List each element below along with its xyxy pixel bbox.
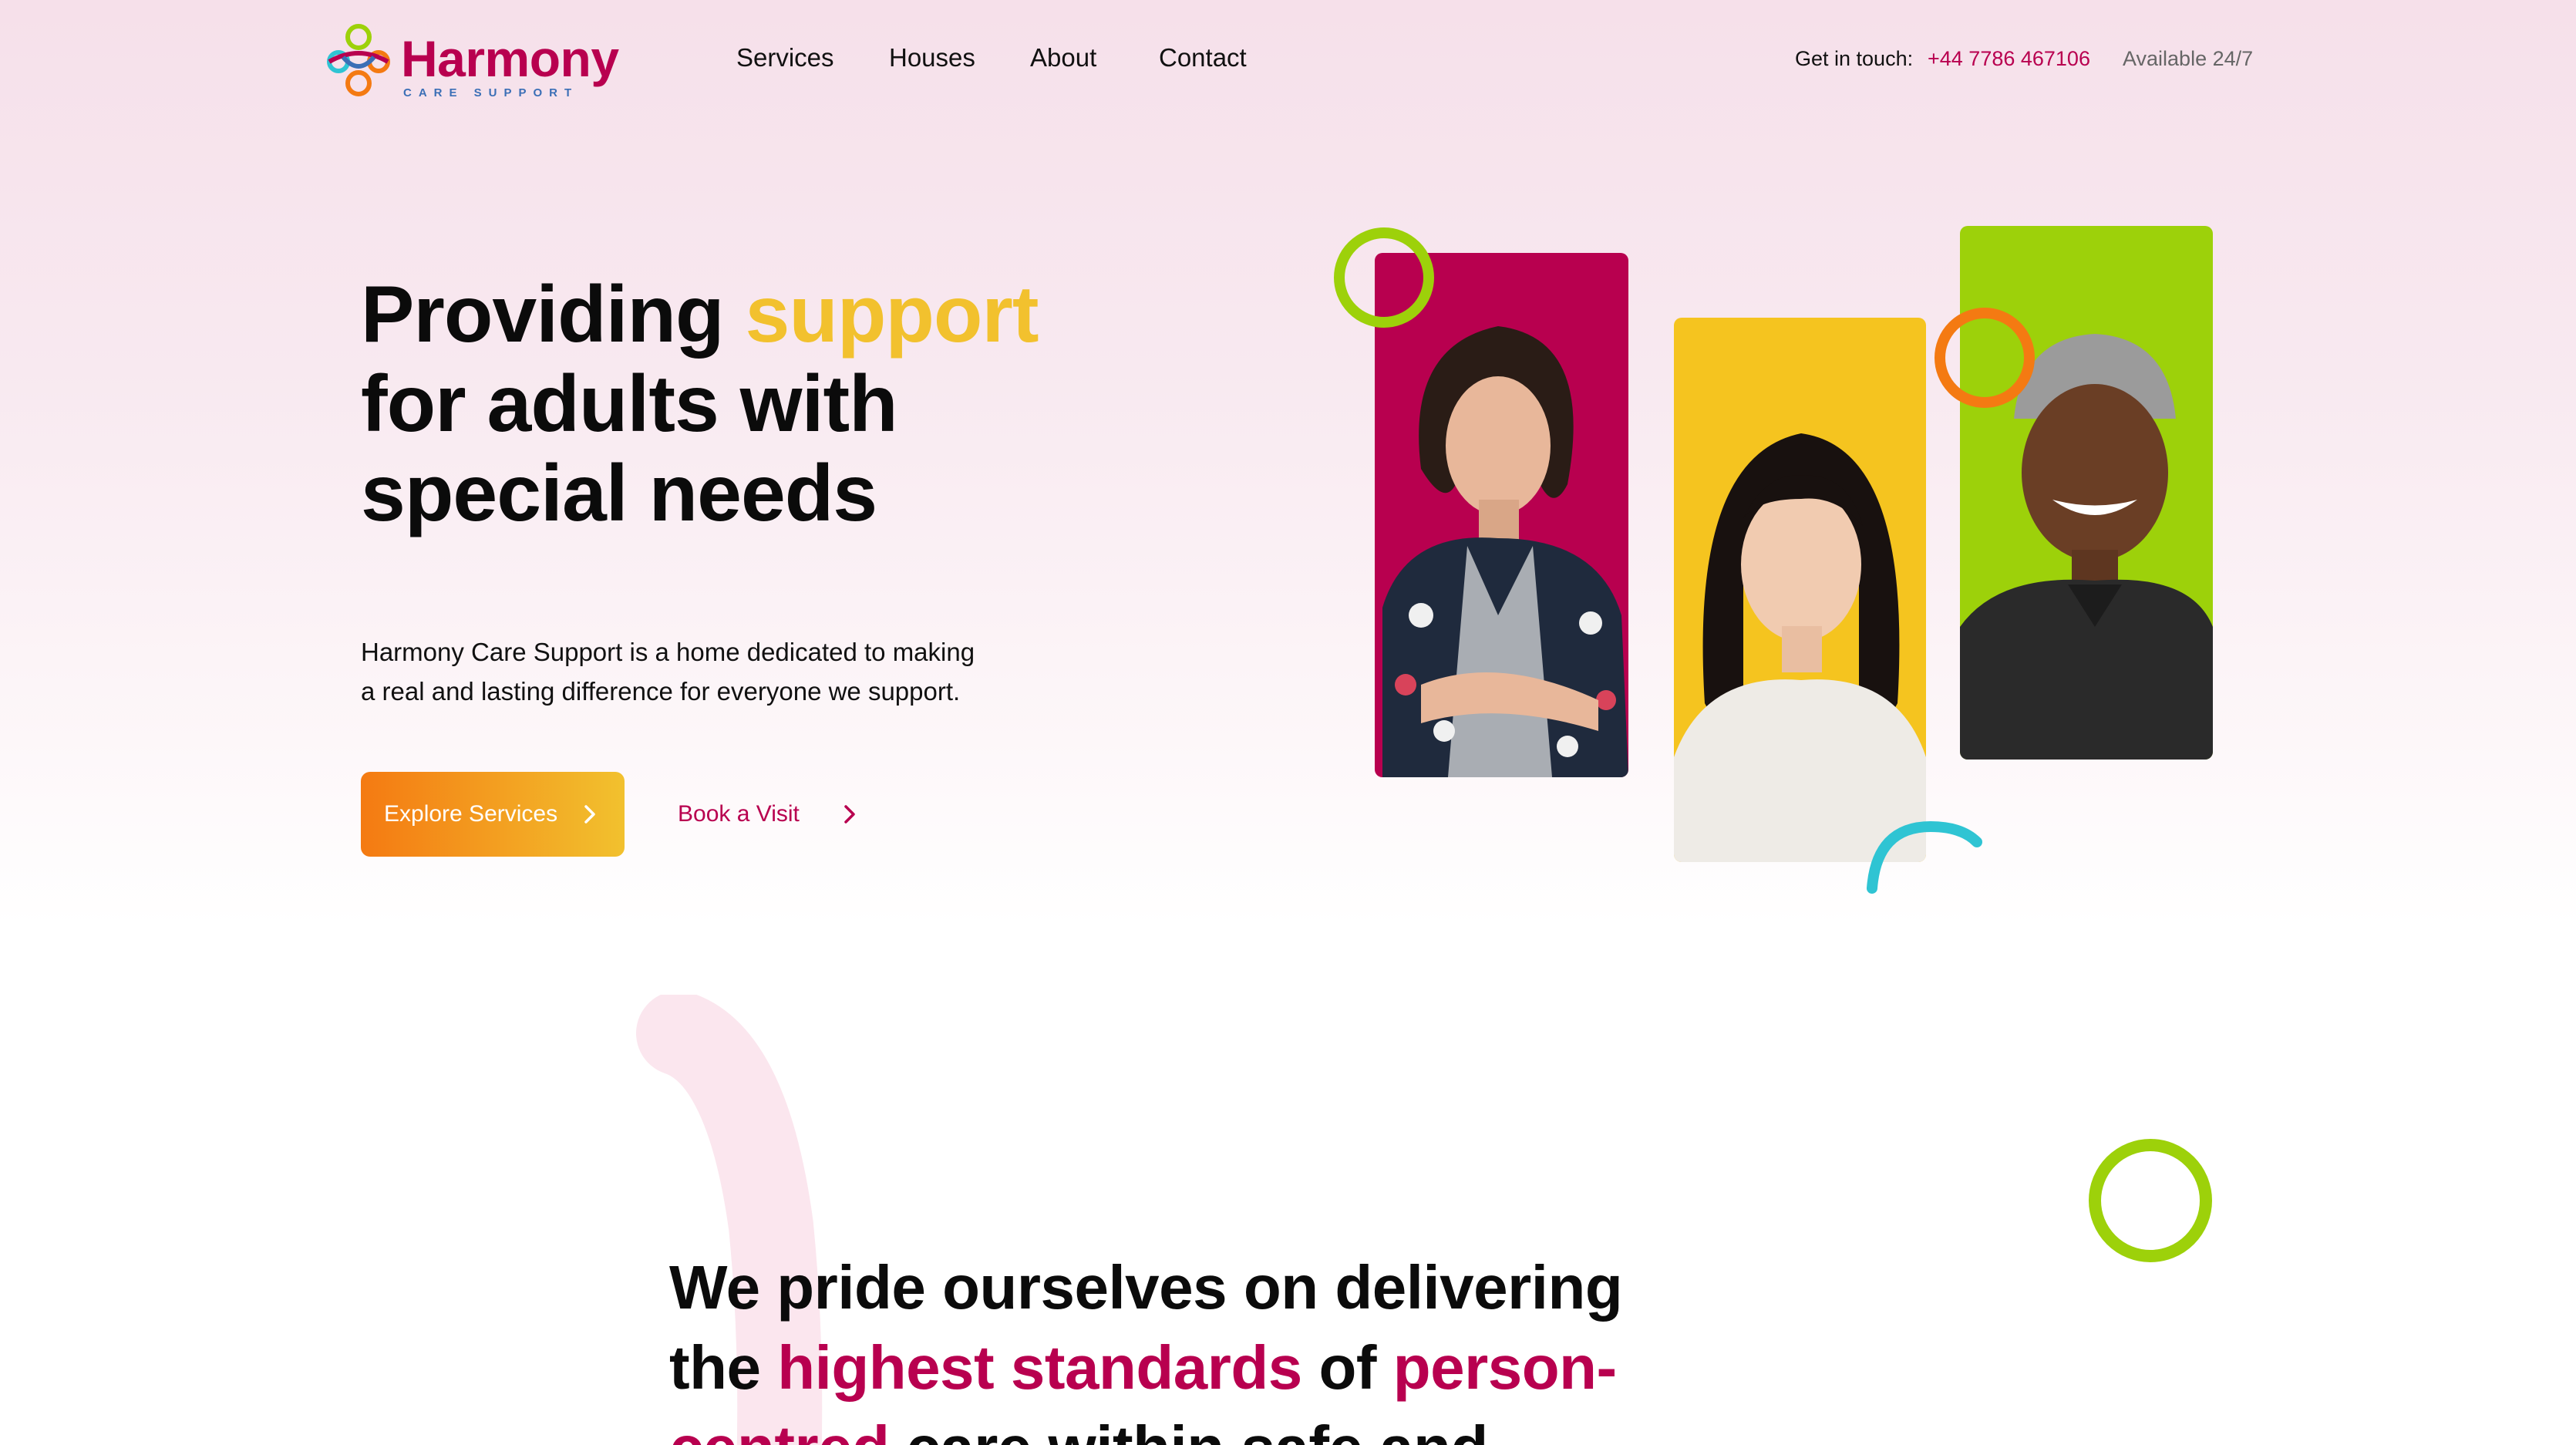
nav-item-about[interactable]: About	[1030, 43, 1096, 72]
green-ring-decoration	[1334, 227, 1434, 328]
intro-heading: We pride ourselves on delivering the hig…	[669, 1248, 1672, 1445]
explore-services-label: Explore Services	[384, 801, 558, 827]
book-visit-button[interactable]: Book a Visit	[678, 772, 863, 857]
hero-title-accent: support	[745, 270, 1039, 359]
hero-title-part1: Providing	[361, 270, 746, 359]
hero-description: Harmony Care Support is a home dedicated…	[361, 638, 975, 706]
brand-name: Harmony	[401, 30, 619, 87]
green-ring-decoration-lower	[2089, 1139, 2212, 1262]
nav-item-contact[interactable]: Contact	[1159, 43, 1247, 72]
intro-part3: care within safe and	[889, 1413, 1488, 1445]
photo-woman-floral	[1375, 253, 1628, 777]
harmony-logo-icon	[327, 24, 390, 96]
site-header: Harmony CARE SUPPORT Services Houses Abo…	[0, 0, 2576, 123]
book-visit-label: Book a Visit	[678, 801, 800, 827]
intro-highlight-standards: highest standards	[777, 1333, 1302, 1402]
brand-tagline: CARE SUPPORT	[403, 86, 579, 99]
chevron-right-icon	[844, 805, 855, 824]
orange-ring-decoration	[1935, 308, 2035, 408]
hero-title-part2: for adults with special needs	[361, 359, 898, 538]
brand-logo[interactable]: Harmony CARE SUPPORT	[320, 22, 619, 99]
nav-item-services[interactable]: Services	[736, 43, 834, 72]
intro-part2: of	[1301, 1333, 1393, 1402]
chevron-right-icon	[584, 805, 595, 824]
availability-text: Available 24/7	[2123, 47, 2254, 70]
contact-phone-link[interactable]: +44 7786 467106	[1928, 47, 2090, 71]
teal-arc-decoration	[1867, 820, 1982, 894]
hero-title: Providing support for adults with special…	[361, 270, 1132, 538]
photo-woman-smiling	[1674, 318, 1926, 862]
explore-services-button[interactable]: Explore Services	[361, 772, 625, 857]
contact-label: Get in touch:	[1795, 47, 1914, 70]
nav-item-houses[interactable]: Houses	[889, 43, 975, 72]
